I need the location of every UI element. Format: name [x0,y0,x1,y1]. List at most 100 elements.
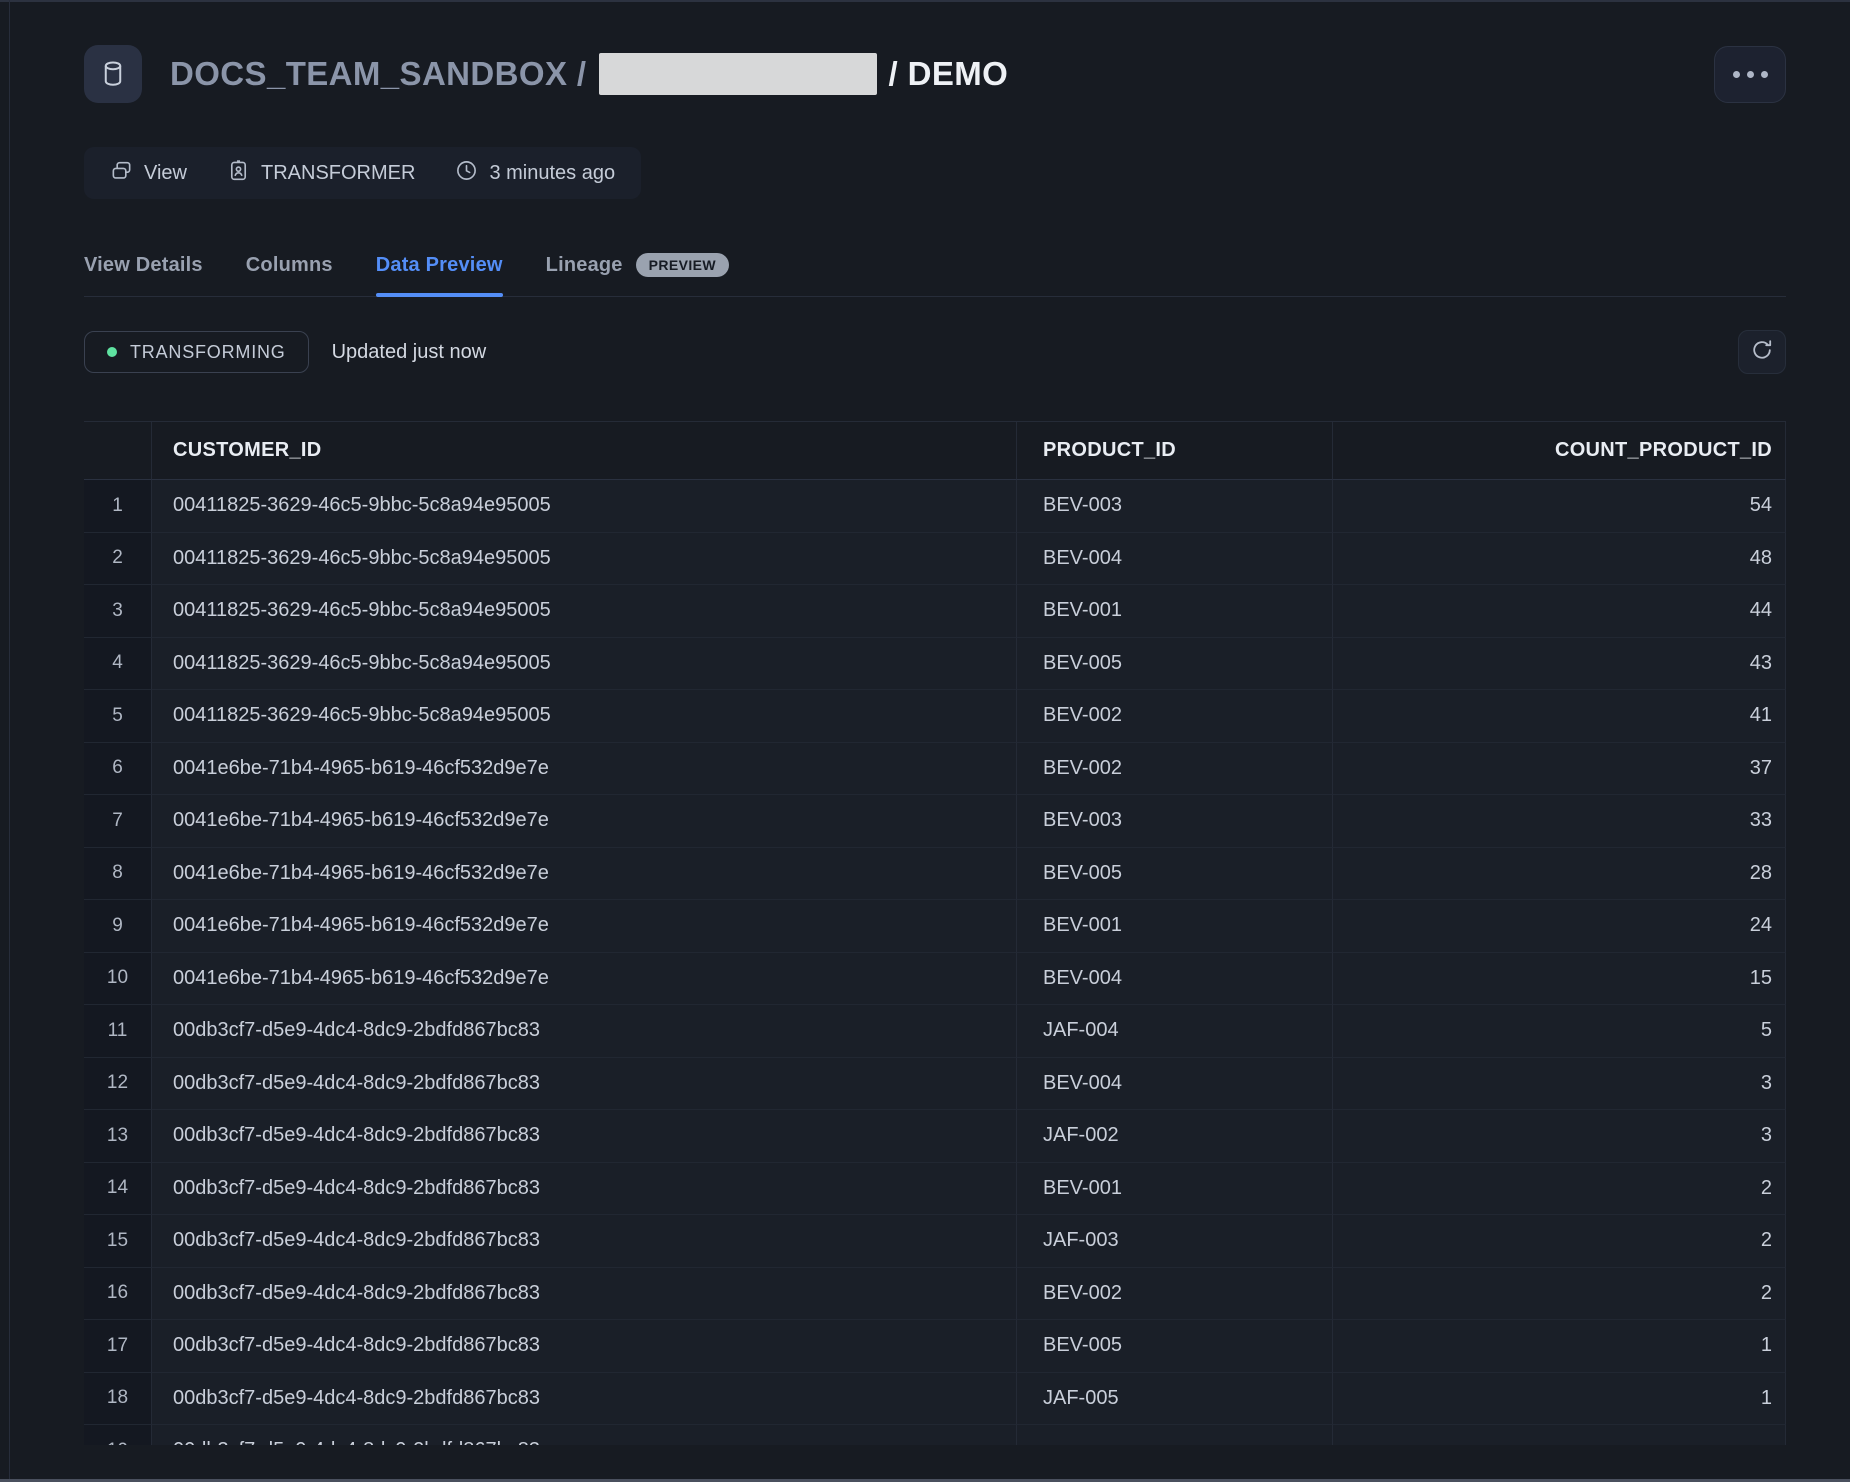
table-row[interactable]: 9 0041e6be-71b4-4965-b619-46cf532d9e7e B… [84,900,1786,953]
row-number: 9 [84,900,152,953]
entity-type-label: View [144,162,187,185]
window-left-border [9,0,10,1482]
table-row[interactable]: 10 0041e6be-71b4-4965-b619-46cf532d9e7e … [84,953,1786,1006]
cell-product-id: BEV-005 [1017,638,1333,691]
clock-icon [455,159,478,188]
cell-product-id: BEV-002 [1017,743,1333,796]
row-number: 1 [84,480,152,533]
cell-customer-id: 00411825-3629-46c5-9bbc-5c8a94e95005 [152,638,1017,691]
tab-data-preview[interactable]: Data Preview [376,254,503,296]
cell-customer-id: 0041e6be-71b4-4965-b619-46cf532d9e7e [152,953,1017,1006]
database-icon [84,45,142,103]
table-row[interactable]: 14 00db3cf7-d5e9-4dc4-8dc9-2bdfd867bc83 … [84,1163,1786,1216]
row-number: 10 [84,953,152,1006]
table-row[interactable]: 12 00db3cf7-d5e9-4dc4-8dc9-2bdfd867bc83 … [84,1058,1786,1111]
table-row[interactable]: 17 00db3cf7-d5e9-4dc4-8dc9-2bdfd867bc83 … [84,1320,1786,1373]
cell-product-id: BEV-002 [1017,1268,1333,1321]
cell-customer-id: 0041e6be-71b4-4965-b619-46cf532d9e7e [152,743,1017,796]
cell-customer-id: 00411825-3629-46c5-9bbc-5c8a94e95005 [152,533,1017,586]
cell-count-product-id: 3 [1333,1058,1786,1111]
cell-product-id: BEV-001 [1017,900,1333,953]
cell-customer-id: 00db3cf7-d5e9-4dc4-8dc9-2bdfd867bc83 [152,1268,1017,1321]
row-number-header [84,422,152,480]
cell-count-product-id: 2 [1333,1215,1786,1268]
cell-product-id: JAF-005 [1017,1373,1333,1426]
cell-count-product-id: 37 [1333,743,1786,796]
column-header-customer-id[interactable]: CUSTOMER_ID [152,422,1017,480]
cell-customer-id: 00db3cf7-d5e9-4dc4-8dc9-2bdfd867bc83 [152,1163,1017,1216]
cell-product-id: JAF-004 [1017,1005,1333,1058]
table-row[interactable]: 5 00411825-3629-46c5-9bbc-5c8a94e95005 B… [84,690,1786,743]
cell-customer-id: 00db3cf7-d5e9-4dc4-8dc9-2bdfd867bc83 [152,1373,1017,1426]
table-row[interactable]: 2 00411825-3629-46c5-9bbc-5c8a94e95005 B… [84,533,1786,586]
cell-product-id: BEV-002 [1017,690,1333,743]
cell-product-id: BEV-005 [1017,1320,1333,1373]
cell-customer-id: 00411825-3629-46c5-9bbc-5c8a94e95005 [152,690,1017,743]
cell-product-id: JAF-003 [1017,1215,1333,1268]
table-row[interactable]: 19 00db3cf7-d5e9-4dc4-8dc9-2bdfd867bc83 [84,1425,1786,1445]
table-row[interactable]: 11 00db3cf7-d5e9-4dc4-8dc9-2bdfd867bc83 … [84,1005,1786,1058]
id-badge-icon [227,159,250,188]
row-number: 15 [84,1215,152,1268]
tab-view-details[interactable]: View Details [84,254,203,296]
refresh-button[interactable] [1738,330,1786,374]
cell-product-id [1017,1425,1333,1445]
cell-count-product-id: 33 [1333,795,1786,848]
cell-product-id: BEV-004 [1017,1058,1333,1111]
row-number: 4 [84,638,152,691]
header-left: DOCS_TEAM_SANDBOX / / DEMO [84,45,1008,103]
cell-customer-id: 00db3cf7-d5e9-4dc4-8dc9-2bdfd867bc83 [152,1110,1017,1163]
row-number: 8 [84,848,152,901]
row-number: 3 [84,585,152,638]
table-row[interactable]: 8 0041e6be-71b4-4965-b619-46cf532d9e7e B… [84,848,1786,901]
refresh-icon [1750,338,1774,367]
table-row[interactable]: 6 0041e6be-71b4-4965-b619-46cf532d9e7e B… [84,743,1786,796]
cell-count-product-id: 15 [1333,953,1786,1006]
cell-customer-id: 0041e6be-71b4-4965-b619-46cf532d9e7e [152,795,1017,848]
cell-count-product-id: 44 [1333,585,1786,638]
main-content: DOCS_TEAM_SANDBOX / / DEMO View [84,0,1786,1445]
cell-customer-id: 00db3cf7-d5e9-4dc4-8dc9-2bdfd867bc83 [152,1005,1017,1058]
row-number: 18 [84,1373,152,1426]
tab-columns[interactable]: Columns [246,254,333,296]
meta-pill: View TRANSFORMER 3 minutes ago [84,147,641,199]
table-row[interactable]: 4 00411825-3629-46c5-9bbc-5c8a94e95005 B… [84,638,1786,691]
table-row[interactable]: 3 00411825-3629-46c5-9bbc-5c8a94e95005 B… [84,585,1786,638]
title-prefix: DOCS_TEAM_SANDBOX / [170,55,587,93]
table-row[interactable]: 1 00411825-3629-46c5-9bbc-5c8a94e95005 B… [84,480,1786,533]
active-tab-underline [376,293,503,297]
data-preview-table: CUSTOMER_ID PRODUCT_ID COUNT_PRODUCT_ID … [84,421,1786,1445]
table-row[interactable]: 7 0041e6be-71b4-4965-b619-46cf532d9e7e B… [84,795,1786,848]
cell-count-product-id: 48 [1333,533,1786,586]
column-header-count-product-id[interactable]: COUNT_PRODUCT_ID [1333,422,1786,480]
row-number: 5 [84,690,152,743]
tab-lineage[interactable]: Lineage PREVIEW [546,253,729,296]
table-row[interactable]: 16 00db3cf7-d5e9-4dc4-8dc9-2bdfd867bc83 … [84,1268,1786,1321]
owner-chip: TRANSFORMER [227,159,415,188]
layers-icon [110,159,133,188]
row-number: 7 [84,795,152,848]
cell-customer-id: 00411825-3629-46c5-9bbc-5c8a94e95005 [152,480,1017,533]
table-row[interactable]: 15 00db3cf7-d5e9-4dc4-8dc9-2bdfd867bc83 … [84,1215,1786,1268]
tab-bar: View Details Columns Data Preview Lineag… [84,253,1786,297]
cell-customer-id: 00db3cf7-d5e9-4dc4-8dc9-2bdfd867bc83 [152,1425,1017,1445]
row-number: 6 [84,743,152,796]
cell-product-id: BEV-005 [1017,848,1333,901]
cell-count-product-id: 54 [1333,480,1786,533]
cell-customer-id: 00db3cf7-d5e9-4dc4-8dc9-2bdfd867bc83 [152,1215,1017,1268]
cell-product-id: BEV-004 [1017,953,1333,1006]
page-title: DOCS_TEAM_SANDBOX / / DEMO [170,53,1008,95]
last-updated-chip: 3 minutes ago [455,159,615,188]
row-number: 12 [84,1058,152,1111]
column-header-product-id[interactable]: PRODUCT_ID [1017,422,1333,480]
more-options-button[interactable] [1714,46,1786,103]
cell-product-id: JAF-002 [1017,1110,1333,1163]
owner-label: TRANSFORMER [261,162,415,185]
cell-product-id: BEV-004 [1017,533,1333,586]
table-row[interactable]: 13 00db3cf7-d5e9-4dc4-8dc9-2bdfd867bc83 … [84,1110,1786,1163]
cell-count-product-id: 1 [1333,1373,1786,1426]
row-number: 2 [84,533,152,586]
cell-count-product-id: 5 [1333,1005,1786,1058]
table-row[interactable]: 18 00db3cf7-d5e9-4dc4-8dc9-2bdfd867bc83 … [84,1373,1786,1426]
row-number: 19 [84,1425,152,1445]
